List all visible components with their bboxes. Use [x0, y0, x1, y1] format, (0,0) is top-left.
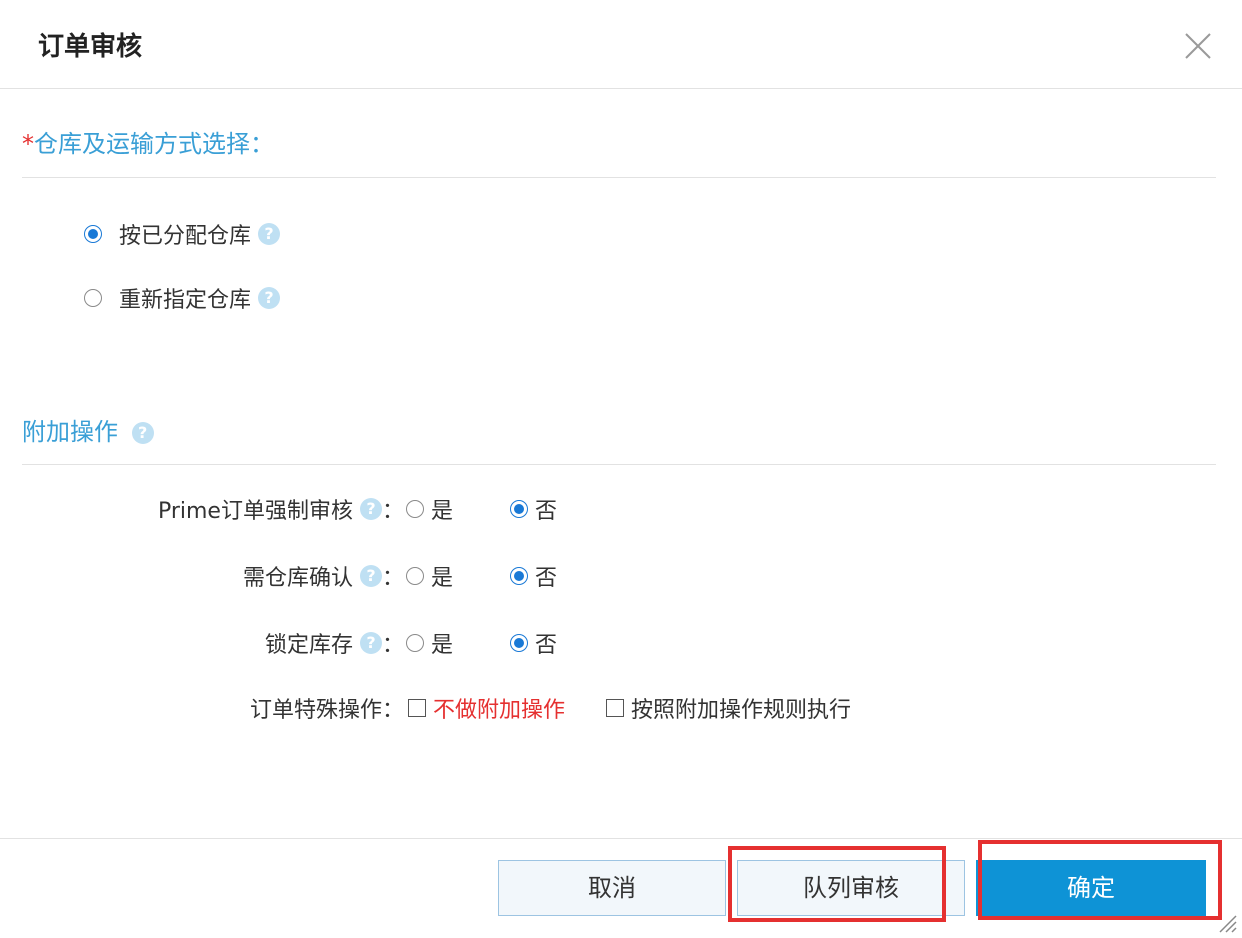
lock-yes-option[interactable]: 是 — [406, 627, 453, 659]
help-icon[interactable]: ? — [131, 422, 154, 444]
warehouse-section-label: 仓库及运输方式选择： — [34, 130, 274, 158]
lock-inventory-row: 锁定库存 ?： 是 否 — [0, 627, 1242, 659]
help-icon[interactable]: ? — [359, 632, 382, 654]
confirm-no-option[interactable]: 否 — [510, 560, 557, 592]
help-icon[interactable]: ? — [258, 223, 281, 245]
confirm-yes-option[interactable]: 是 — [406, 560, 453, 592]
help-icon[interactable]: ? — [359, 565, 382, 587]
section-divider — [22, 177, 1216, 178]
close-icon[interactable] — [1180, 28, 1216, 64]
radio-yes[interactable] — [406, 634, 424, 652]
no-extra-operation-label: 不做附加操作 — [433, 698, 566, 723]
warehouse-section-title: *仓库及运输方式选择： — [22, 124, 274, 159]
option-reassign-warehouse[interactable]: 重新指定仓库 ? — [84, 282, 281, 314]
option-label: 按已分配仓库 — [119, 224, 252, 249]
cancel-button[interactable]: 取消 — [498, 860, 726, 916]
prime-force-review-row: Prime订单强制审核 ?： 是 否 — [0, 493, 1242, 525]
radio-no[interactable] — [510, 634, 528, 652]
help-icon[interactable]: ? — [258, 287, 281, 309]
order-review-dialog: 订单审核 *仓库及运输方式选择： 按已分配仓库 ? 重新指定仓库 ? 附加操作 … — [0, 0, 1242, 938]
radio-yes[interactable] — [406, 567, 424, 585]
checkbox-no-extra-operation[interactable] — [408, 699, 426, 717]
row-label: 订单特殊操作： — [249, 698, 404, 723]
confirm-button[interactable]: 确定 — [976, 860, 1206, 916]
special-operation-row: 订单特殊操作： 不做附加操作 按照附加操作规则执行 — [0, 692, 1242, 724]
prime-no-option[interactable]: 否 — [510, 493, 557, 525]
resize-handle-icon[interactable] — [1214, 910, 1238, 934]
option-assigned-warehouse[interactable]: 按已分配仓库 ? — [84, 218, 281, 250]
checkbox-follow-rules[interactable] — [606, 699, 624, 717]
radio-reassign-warehouse[interactable] — [84, 289, 102, 307]
help-icon[interactable]: ? — [359, 498, 382, 520]
row-label: 锁定库存 ?： — [264, 632, 404, 658]
dialog-header: 订单审核 — [0, 0, 1242, 89]
prime-yes-option[interactable]: 是 — [406, 493, 453, 525]
footer-divider — [0, 838, 1242, 839]
warehouse-confirm-row: 需仓库确认 ?： 是 否 — [0, 560, 1242, 592]
radio-no[interactable] — [510, 567, 528, 585]
row-label: Prime订单强制审核 ?： — [157, 498, 404, 524]
row-label: 需仓库确认 ?： — [242, 565, 404, 591]
required-mark: * — [22, 130, 34, 158]
option-label: 重新指定仓库 — [119, 288, 252, 313]
lock-no-option[interactable]: 否 — [510, 627, 557, 659]
extra-section-label: 附加操作 — [22, 418, 118, 446]
radio-no[interactable] — [510, 500, 528, 518]
follow-rules-option[interactable]: 按照附加操作规则执行 — [606, 692, 851, 724]
follow-rules-label: 按照附加操作规则执行 — [631, 698, 852, 723]
no-extra-operation-option[interactable]: 不做附加操作 — [408, 692, 565, 724]
radio-yes[interactable] — [406, 500, 424, 518]
dialog-title: 订单审核 — [38, 32, 143, 62]
queue-review-button[interactable]: 队列审核 — [737, 860, 965, 916]
section-divider — [22, 464, 1216, 465]
radio-assigned-warehouse[interactable] — [84, 225, 102, 243]
extra-section-title: 附加操作 ? — [22, 412, 154, 447]
